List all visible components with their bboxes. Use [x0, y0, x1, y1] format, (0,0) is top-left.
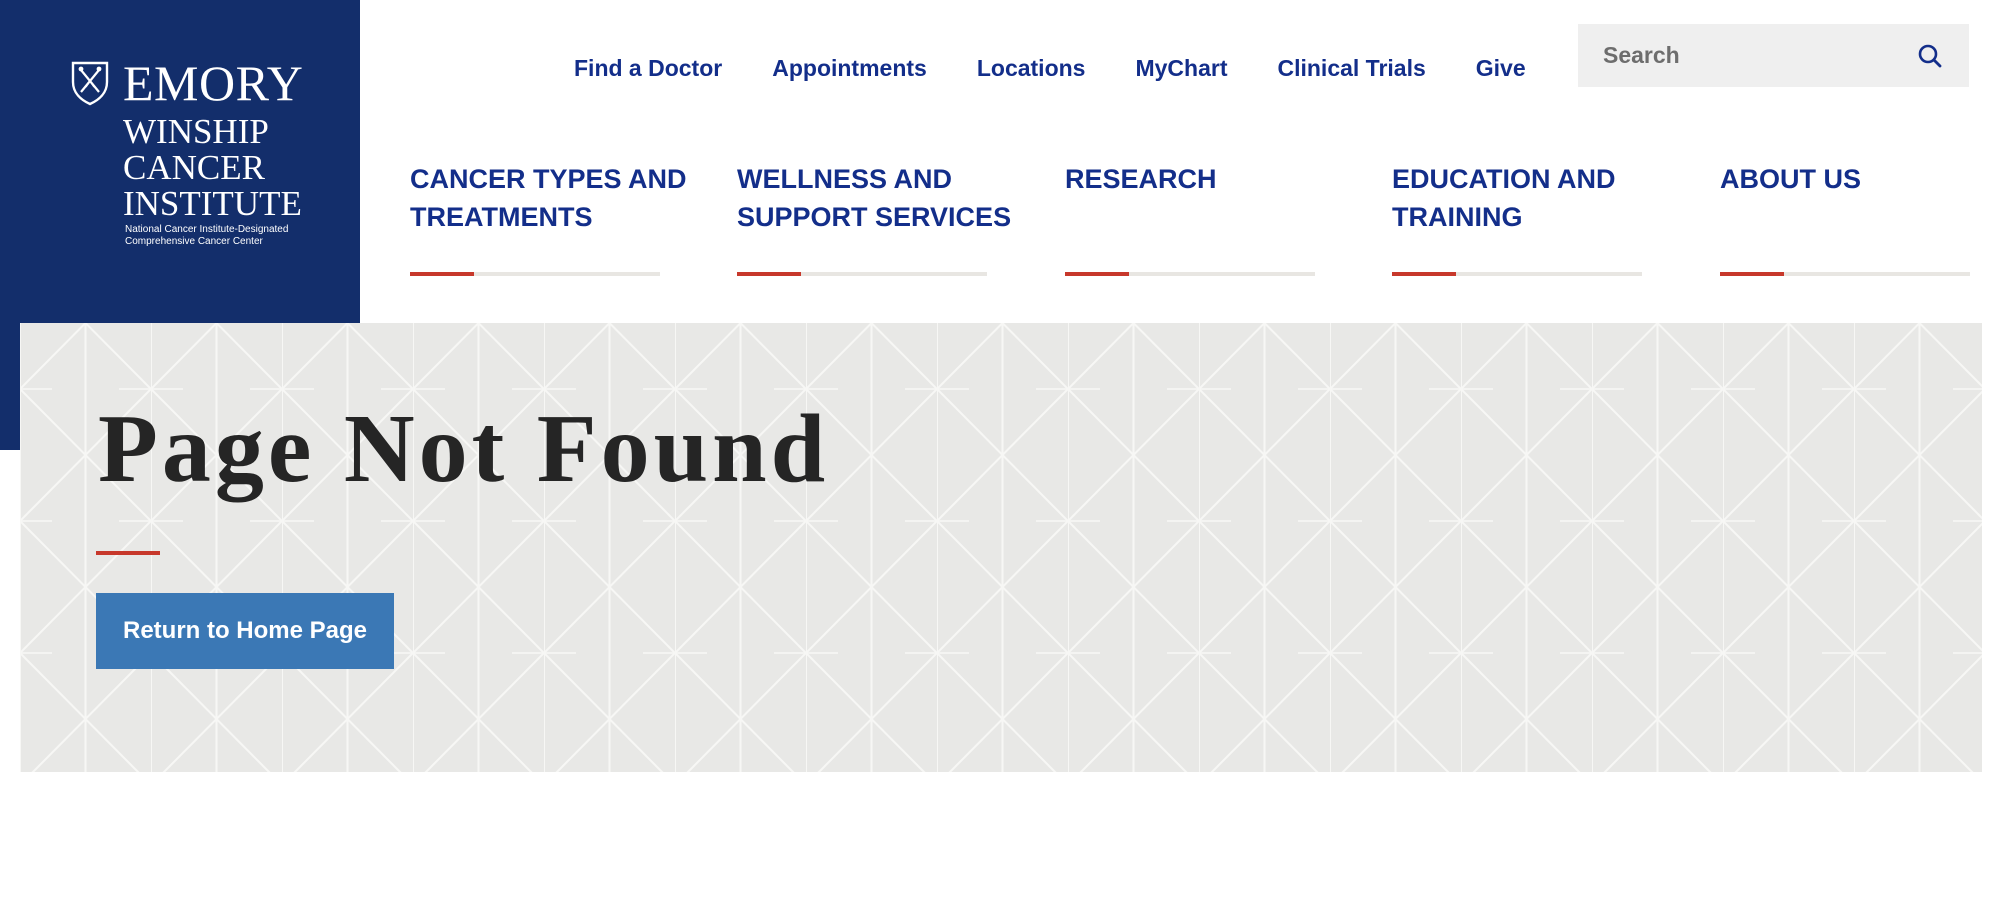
nav-underline — [1065, 272, 1315, 276]
hero-banner: Page Not Found Return to Home Page — [20, 323, 1982, 772]
nav-underline — [1720, 272, 1970, 276]
appointments-link[interactable]: Appointments — [772, 55, 927, 82]
nav-wellness-and-support-services[interactable]: WELLNESS AND SUPPORT SERVICES — [737, 160, 1012, 280]
nav-label-line1: ABOUT US — [1720, 164, 1861, 194]
title-accent-line — [96, 551, 160, 555]
nav-label-line2: SUPPORT SERVICES — [737, 202, 1012, 232]
give-link[interactable]: Give — [1476, 55, 1526, 82]
nav-research[interactable]: RESEARCH — [1065, 160, 1315, 280]
logo-winship-text: WINSHIP — [123, 112, 269, 151]
logo-institute-text: INSTITUTE — [123, 184, 302, 223]
nav-underline-accent — [1065, 272, 1129, 276]
nav-underline — [737, 272, 987, 276]
clinical-trials-link[interactable]: Clinical Trials — [1277, 55, 1425, 82]
return-home-button[interactable]: Return to Home Page — [96, 593, 394, 669]
nav-label-line1: CANCER TYPES AND — [410, 164, 687, 194]
nav-underline-accent — [410, 272, 474, 276]
logo-tagline-line2: Comprehensive Cancer Center — [125, 236, 263, 247]
nav-label-line1: EDUCATION AND — [1392, 164, 1616, 194]
winship-logo[interactable]: EMORY WINSHIP CANCER INSTITUTE National … — [70, 58, 320, 258]
logo-tagline-line1: National Cancer Institute-Designated — [125, 224, 289, 235]
nav-underline-accent — [1392, 272, 1456, 276]
emory-shield-icon — [71, 61, 109, 106]
nav-cancer-types-and-treatments[interactable]: CANCER TYPES AND TREATMENTS — [410, 160, 687, 280]
nav-label-line1: WELLNESS AND — [737, 164, 952, 194]
nav-underline — [1392, 272, 1642, 276]
find-a-doctor-link[interactable]: Find a Doctor — [574, 55, 722, 82]
nav-label-line1: RESEARCH — [1065, 164, 1217, 194]
nav-label-line2: TRAINING — [1392, 202, 1523, 232]
logo-cancer-text: CANCER — [123, 148, 265, 187]
nav-about-us[interactable]: ABOUT US — [1720, 160, 1970, 280]
nav-underline — [410, 272, 660, 276]
nav-education-and-training[interactable]: EDUCATION AND TRAINING — [1392, 160, 1642, 280]
search-button[interactable] — [1915, 41, 1945, 71]
page-title: Page Not Found — [98, 395, 830, 503]
mychart-link[interactable]: MyChart — [1135, 55, 1227, 82]
logo-tagline: National Cancer Institute-Designated Com… — [125, 224, 288, 248]
nav-label-line2: TREATMENTS — [410, 202, 593, 232]
main-nav: CANCER TYPES AND TREATMENTS WELLNESS AND… — [410, 160, 1970, 280]
locations-link[interactable]: Locations — [977, 55, 1086, 82]
utility-nav: Find a Doctor Appointments Locations MyC… — [574, 50, 1526, 86]
logo-emory-text: EMORY — [123, 55, 304, 111]
search-icon — [1918, 44, 1942, 68]
search-box — [1578, 24, 1969, 87]
search-input[interactable] — [1578, 24, 1898, 87]
nav-underline-accent — [1720, 272, 1784, 276]
nav-underline-accent — [737, 272, 801, 276]
